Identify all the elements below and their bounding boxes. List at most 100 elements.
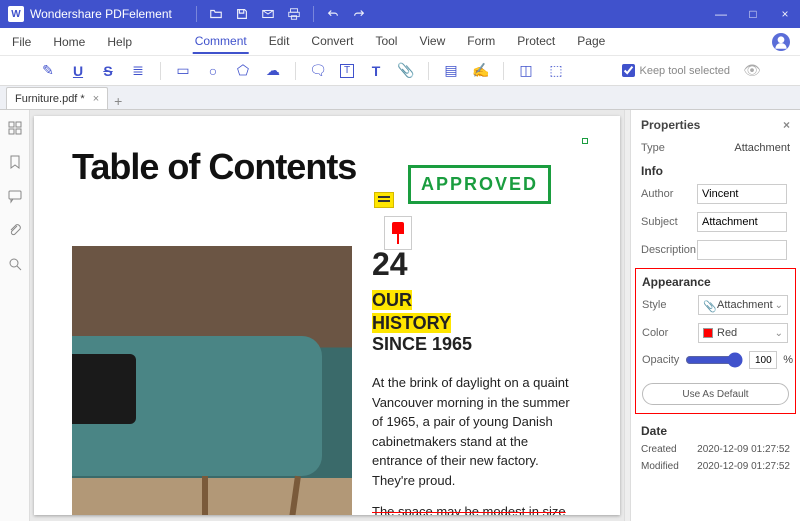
- attachments-panel-icon[interactable]: [7, 222, 23, 238]
- document-tab-strip: Furniture.pdf * × +: [0, 86, 800, 110]
- color-swatch-icon: [703, 328, 713, 338]
- undo-icon[interactable]: [326, 7, 340, 21]
- color-dropdown[interactable]: Red: [698, 323, 788, 343]
- text-box-icon[interactable]: T: [340, 64, 354, 78]
- attachment-glyph-icon: 📎: [703, 300, 713, 310]
- list-icon[interactable]: ≣: [130, 63, 146, 79]
- open-icon[interactable]: [209, 7, 223, 21]
- page-text-column: 24 OUR HISTORY SINCE 1965 At the brink o…: [372, 246, 582, 505]
- area-highlight-icon[interactable]: ⬚: [548, 63, 564, 79]
- attachment-icon[interactable]: 📎: [398, 63, 414, 79]
- opacity-slider[interactable]: [685, 352, 743, 368]
- mail-icon[interactable]: [261, 7, 275, 21]
- page-image: [72, 246, 352, 515]
- app-logo-icon: W: [8, 6, 24, 22]
- menu-bar: File Home Help Comment Edit Convert Tool…: [0, 28, 800, 56]
- keep-tool-input[interactable]: [622, 64, 635, 77]
- opacity-label: Opacity: [642, 354, 679, 366]
- attachment-annotation[interactable]: [384, 216, 412, 250]
- bookmarks-icon[interactable]: [7, 154, 23, 170]
- menu-help[interactable]: Help: [103, 31, 136, 53]
- maximize-button[interactable]: □: [746, 7, 760, 21]
- type-label: Type: [641, 142, 691, 154]
- tab-page[interactable]: Page: [575, 30, 607, 54]
- document-tab-name: Furniture.pdf *: [15, 93, 85, 105]
- created-label: Created: [641, 444, 677, 455]
- menu-file[interactable]: File: [8, 31, 35, 53]
- created-value: 2020-12-09 01:27:52: [697, 444, 790, 455]
- thumbnails-icon[interactable]: [7, 120, 23, 136]
- author-label: Author: [641, 188, 691, 200]
- cloud-icon[interactable]: ☁: [265, 63, 281, 79]
- strikeout-annotation[interactable]: The space may be modest in size but: [372, 504, 566, 515]
- document-canvas[interactable]: Table of Contents APPROVED 24 OUR HISTOR…: [30, 110, 624, 521]
- subject-input[interactable]: [697, 212, 787, 232]
- tab-protect[interactable]: Protect: [515, 30, 557, 54]
- stamp-annotation[interactable]: APPROVED: [582, 138, 588, 144]
- info-section-title: Info: [641, 164, 790, 178]
- divider: [313, 6, 314, 22]
- keep-tool-checkbox[interactable]: Keep tool selected: [622, 64, 730, 77]
- rectangle-icon[interactable]: ▭: [175, 63, 191, 79]
- color-value: Red: [717, 327, 737, 339]
- comments-panel-icon[interactable]: [7, 188, 23, 204]
- opacity-input[interactable]: [749, 351, 777, 369]
- author-input[interactable]: [697, 184, 787, 204]
- highlight-annotation[interactable]: OUR: [372, 290, 412, 310]
- main-area: Table of Contents APPROVED 24 OUR HISTOR…: [0, 110, 800, 521]
- style-value: Attachment: [717, 299, 773, 311]
- description-input[interactable]: [697, 240, 787, 260]
- strikethrough-icon[interactable]: S: [100, 63, 116, 79]
- subject-label: Subject: [641, 216, 691, 228]
- oval-icon[interactable]: ○: [205, 63, 221, 79]
- app-name: Wondershare PDFelement: [30, 7, 172, 21]
- close-tab-icon[interactable]: ×: [93, 93, 99, 105]
- tab-comment[interactable]: Comment: [193, 30, 249, 54]
- tab-form[interactable]: Form: [465, 30, 497, 54]
- title-bar: W Wondershare PDFelement — □ ×: [0, 0, 800, 28]
- pushpin-icon: [390, 222, 406, 244]
- redo-icon[interactable]: [352, 7, 366, 21]
- print-icon[interactable]: [287, 7, 301, 21]
- note-icon[interactable]: 🗨: [310, 63, 326, 79]
- date-section-title: Date: [641, 424, 790, 438]
- divider: [196, 6, 197, 22]
- text-callout-icon[interactable]: T: [368, 63, 384, 79]
- use-as-default-button[interactable]: Use As Default: [642, 383, 789, 405]
- minimize-button[interactable]: —: [714, 7, 728, 21]
- left-rail: [0, 110, 30, 521]
- save-icon[interactable]: [235, 7, 249, 21]
- menu-home[interactable]: Home: [49, 31, 89, 53]
- tab-edit[interactable]: Edit: [267, 30, 292, 54]
- section-number: 24: [372, 246, 582, 283]
- eraser-icon[interactable]: ◫: [518, 63, 534, 79]
- page: Table of Contents APPROVED 24 OUR HISTOR…: [34, 116, 620, 515]
- user-avatar-icon[interactable]: [772, 33, 790, 51]
- highlighter-icon[interactable]: ✎: [40, 63, 56, 79]
- modified-label: Modified: [641, 461, 679, 472]
- close-window-button[interactable]: ×: [778, 7, 792, 21]
- opacity-unit: %: [783, 354, 793, 366]
- polygon-icon[interactable]: ⬠: [235, 63, 251, 79]
- document-tab[interactable]: Furniture.pdf * ×: [6, 87, 108, 109]
- style-dropdown[interactable]: 📎 Attachment: [698, 295, 788, 315]
- comment-ribbon: ✎ U S ≣ ▭ ○ ⬠ ☁ 🗨 T T 📎 ▤ ✍ ◫ ⬚ Keep too…: [0, 56, 800, 86]
- body-paragraph: The space may be modest in size but it i…: [372, 502, 582, 515]
- search-icon[interactable]: [7, 256, 23, 272]
- highlight-annotation[interactable]: HISTORY: [372, 313, 451, 333]
- stamp-icon[interactable]: ▤: [443, 63, 459, 79]
- color-label: Color: [642, 327, 692, 339]
- close-panel-icon[interactable]: ×: [783, 118, 790, 132]
- hide-comments-icon[interactable]: 👁: [744, 63, 760, 79]
- underline-icon[interactable]: U: [70, 63, 86, 79]
- tab-view[interactable]: View: [417, 30, 447, 54]
- modified-value: 2020-12-09 01:27:52: [697, 461, 790, 472]
- sticky-note-annotation[interactable]: [374, 192, 394, 208]
- stamp-label: APPROVED: [408, 165, 551, 204]
- signature-icon[interactable]: ✍: [473, 63, 489, 79]
- section-subheading: SINCE 1965: [372, 334, 582, 355]
- tab-tool[interactable]: Tool: [373, 30, 399, 54]
- add-tab-button[interactable]: +: [108, 93, 128, 109]
- description-label: Description: [641, 244, 691, 256]
- tab-convert[interactable]: Convert: [309, 30, 355, 54]
